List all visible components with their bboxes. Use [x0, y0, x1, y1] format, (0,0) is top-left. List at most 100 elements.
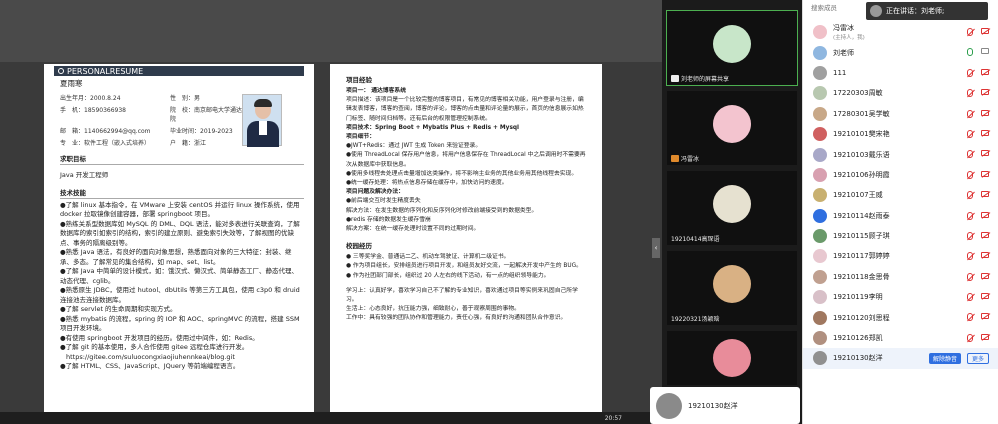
avatar — [813, 269, 827, 284]
mic-muted-icon[interactable] — [967, 293, 973, 302]
camera-off-icon[interactable] — [981, 211, 989, 218]
participant-row[interactable]: 19210103戴乐语 — [803, 144, 998, 164]
participant-row[interactable]: 111 — [803, 63, 998, 83]
camera-off-icon[interactable] — [981, 68, 989, 75]
video-tile[interactable]: 19210414高琛语 — [666, 170, 798, 246]
camera-off-icon[interactable] — [981, 28, 989, 34]
participant-row[interactable]: 19210101樊宋艳 — [803, 124, 998, 144]
participant-name: 冯雷冰 — [833, 24, 854, 33]
video-tile[interactable]: 19220321汤颖晗 — [666, 250, 798, 326]
avatar — [813, 290, 827, 305]
camera-off-icon[interactable] — [981, 231, 989, 238]
more-button[interactable]: 更多 — [966, 353, 989, 365]
video-tile[interactable]: 冯雷冰 — [666, 90, 798, 166]
mic-muted-icon[interactable] — [967, 28, 973, 36]
mic-icon[interactable] — [967, 48, 973, 57]
participant-row[interactable]: 19210126郑凯 — [803, 328, 998, 348]
avatar — [813, 188, 827, 203]
collapse-toggle-button[interactable]: ‹ — [652, 238, 660, 258]
skill-line: ●了解 git 的基本使用，多人合作使用 gitee 远程仓库进行开发。 — [60, 343, 249, 351]
tile-label: 刘老师的屏幕共享 — [681, 76, 730, 83]
camera-off-icon[interactable] — [981, 150, 989, 157]
participant-name: 111 — [833, 68, 847, 77]
participant-name: 19210106孙明霞 — [833, 170, 890, 179]
participant-name: 19210114赵雨泰 — [833, 211, 890, 220]
project-line: ●前后端交互时发生精度丢失 — [346, 198, 421, 205]
mic-muted-icon[interactable] — [967, 333, 973, 342]
avatar — [813, 25, 827, 40]
school-line: ● 作为社团部门部长，组织过 20 人左右的线下活动，有一点的组织领导能力。 — [346, 272, 550, 279]
participant-row[interactable]: 19210106孙明霞 — [803, 165, 998, 185]
avatar — [813, 127, 827, 142]
active-speaker-bar[interactable]: 19210130赵洋 — [650, 387, 800, 424]
avatar — [870, 5, 882, 17]
skill-line: ●熟悉 Java 语法，有良好的面向对象思想，熟悉面向对象的三大特征：封装、继承… — [60, 248, 292, 266]
participant-row[interactable]: 19210120刘思程 — [803, 307, 998, 327]
member-search-input[interactable] — [811, 3, 861, 14]
participant-name: 刘老师 — [833, 48, 854, 57]
camera-icon[interactable] — [981, 48, 989, 55]
info-field: 院 校：南京邮电大学通达学院 — [170, 107, 249, 123]
avatar — [813, 147, 827, 162]
mic-muted-icon[interactable] — [967, 109, 973, 118]
skills-heading: 技术技能 — [60, 187, 304, 199]
project-heading: 项目经验 — [346, 76, 372, 84]
camera-off-icon[interactable] — [981, 170, 989, 177]
speaker-name: 19210130赵洋 — [688, 401, 738, 410]
mic-muted-icon[interactable] — [967, 129, 973, 138]
self-eval-line: 工作中：具有较强的团队协作和管理能力，责任心强，有良好的沟通和团队合作意识。 — [346, 315, 567, 322]
video-tile[interactable]: 刘老师的屏幕共享 — [666, 10, 798, 86]
project-line: ●JWT+Redis：通过 JWT 生成 Token 来验证登录。 — [346, 143, 482, 150]
share-top-bar — [0, 0, 662, 62]
camera-off-icon[interactable] — [981, 109, 989, 116]
mic-muted-icon[interactable] — [967, 252, 973, 261]
camera-off-icon[interactable] — [981, 313, 989, 320]
participant-name: 19210119李明 — [833, 293, 883, 302]
participant-row[interactable]: 刘老师 — [803, 42, 998, 62]
avatar — [813, 331, 827, 346]
participant-row[interactable]: 19210130赵洋 解除静音 更多 — [803, 348, 998, 369]
camera-off-icon[interactable] — [981, 129, 989, 136]
camera-off-icon[interactable] — [981, 333, 989, 340]
camera-off-icon[interactable] — [981, 89, 989, 96]
project-line: 解决方法：在发生数据的序列化和反序列化时修改前端接受到的数据类型。 — [346, 207, 538, 214]
participant-row[interactable]: 17220303周敏 — [803, 83, 998, 103]
participant-row[interactable]: 17280301吴学敏 — [803, 104, 998, 124]
mic-muted-icon[interactable] — [967, 89, 973, 98]
participant-name: 19210101樊宋艳 — [833, 130, 890, 139]
mic-muted-icon[interactable] — [967, 211, 973, 220]
participant-name: 19210130赵洋 — [833, 354, 883, 363]
mic-muted-icon[interactable] — [967, 68, 973, 77]
camera-off-icon[interactable] — [981, 293, 989, 300]
avatar — [656, 392, 682, 419]
camera-off-icon[interactable] — [981, 252, 989, 259]
mic-muted-icon[interactable] — [967, 191, 973, 200]
video-tile[interactable] — [666, 330, 798, 386]
skill-line: ●熟悉原生 JDBC，使用过 hutool、dbUtils 等第三方工具包，使用… — [60, 286, 300, 304]
project-line: ●使用 ThreadLocal 保存用户信息，将用户信息保存在 ThreadLo… — [346, 152, 586, 168]
project-line: ●统一缓存处理：将热点信息存储在缓存中，加快访问的速度。 — [346, 180, 508, 187]
camera-off-icon[interactable] — [981, 191, 989, 198]
participant-row[interactable]: 19210118金思骨 — [803, 267, 998, 287]
mic-muted-icon[interactable] — [967, 272, 973, 281]
resume-page-left: PERSONALRESUME 夏雨寒 出生年月：2000.8.24 性 别：男 … — [44, 64, 314, 416]
mic-muted-icon[interactable] — [967, 231, 973, 240]
resume-page-right: 项目经验 项目一： 通达博客系统 项目描述：该项目是一个比较完整的博客项目，有常… — [330, 64, 602, 416]
participant-row[interactable]: 19210107王威 — [803, 185, 998, 205]
mic-muted-icon[interactable] — [967, 150, 973, 159]
participant-row[interactable]: 冯雷冰 (主持人，我) — [803, 22, 998, 42]
participant-row[interactable]: 19210117郭婷婷 — [803, 246, 998, 266]
participant-row[interactable]: 19210115顾子琪 — [803, 226, 998, 246]
avatar — [813, 45, 827, 60]
participant-row[interactable]: 19210114赵雨泰 — [803, 206, 998, 226]
mic-muted-icon[interactable] — [967, 313, 973, 322]
unmute-button[interactable]: 解除静音 — [928, 353, 961, 365]
school-heading: 校园经历 — [346, 242, 372, 251]
camera-off-icon[interactable] — [981, 272, 989, 279]
skill-line: ●了解 Java 中简单的设计模式，如：饿汉式、懒汉式、简单静态工厂、静态代理、… — [60, 267, 299, 285]
mic-muted-icon[interactable] — [967, 170, 973, 179]
avatar — [813, 86, 827, 101]
skill-link: https://gitee.com/suluocongxiaojiuhennke… — [66, 352, 235, 361]
participant-row[interactable]: 19210119李明 — [803, 287, 998, 307]
avatar — [713, 265, 751, 303]
